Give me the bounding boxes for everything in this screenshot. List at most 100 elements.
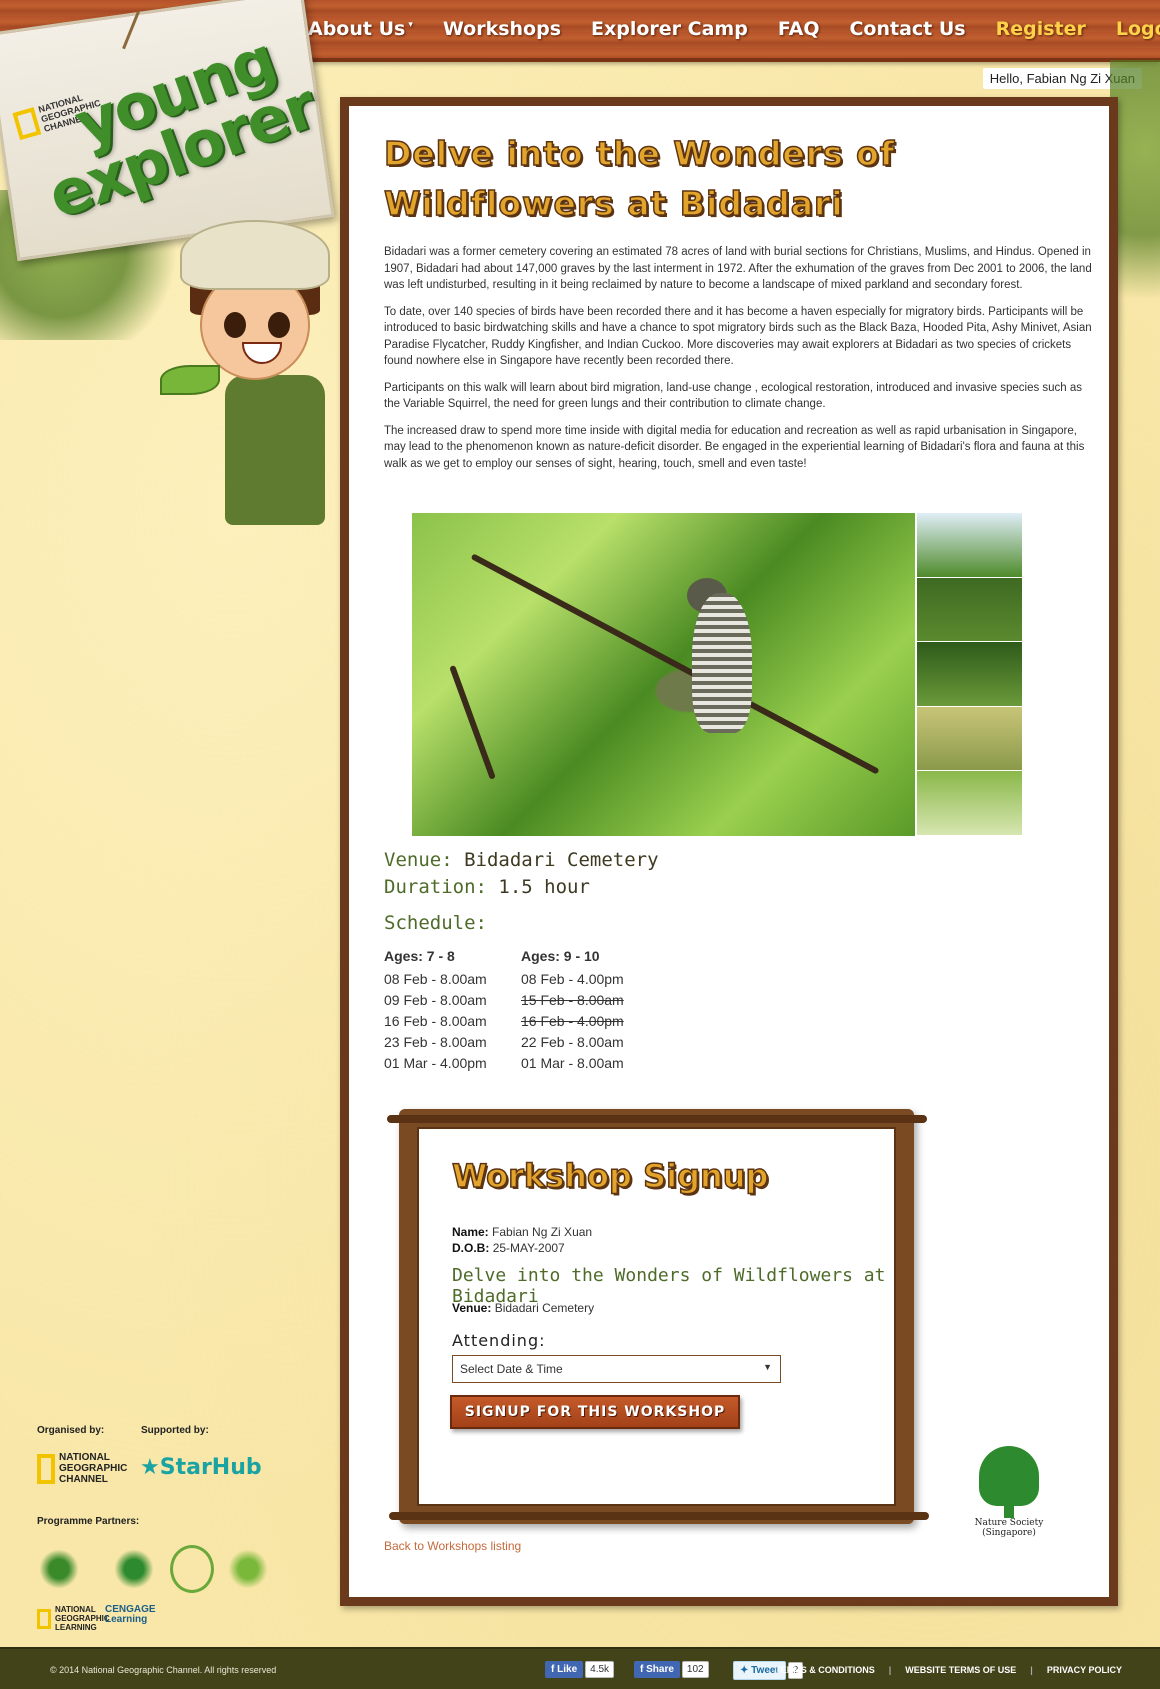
ngc-sponsor-logo[interactable]: NATIONAL GEOGRAPHIC CHANNEL (37, 1452, 127, 1485)
schedule-slot: 01 Mar - 8.00am (521, 1055, 624, 1071)
organised-by-label: Organised by: (37, 1425, 105, 1436)
nav-register[interactable]: Register (996, 18, 1086, 40)
schedule-slot: 09 Feb - 8.00am (384, 992, 487, 1008)
ngc-yellow-box-icon (37, 1453, 55, 1484)
website-terms-link[interactable]: WEBSITE TERMS OF USE (905, 1665, 1016, 1675)
description-paragraph: Participants on this walk will learn abo… (384, 381, 1083, 411)
logo-wordmark: young explorer (22, 22, 325, 233)
share-label: Share (646, 1664, 674, 1675)
share-count: 102 (681, 1661, 709, 1678)
facebook-like-button[interactable]: f Like (545, 1661, 584, 1678)
schedule-slot: 01 Mar - 4.00pm (384, 1055, 487, 1071)
page-title-line: Delve into the Wonders of (383, 133, 896, 174)
programme-partners-label: Programme Partners: (37, 1516, 140, 1527)
nav-faq[interactable]: FAQ (778, 18, 820, 40)
separator: | (888, 1665, 892, 1675)
description-paragraph: To date, over 140 species of birds have … (384, 305, 1092, 368)
signup-venue-field: Venue: Bidadari Cemetery (452, 1301, 594, 1315)
cengage-logo[interactable]: CENGAGE Learning (105, 1605, 165, 1625)
signup-name-field: Name: Fabian Ng Zi Xuan (452, 1225, 592, 1239)
schedule-slot: 08 Feb - 8.00am (384, 971, 487, 987)
ground-up-logo[interactable] (226, 1545, 270, 1593)
explorer-girl-mascot (160, 200, 330, 530)
footer-bar: © 2014 National Geographic Channel. All … (0, 1647, 1160, 1689)
thumbnail-park (917, 513, 1022, 578)
schedule-slot: 23 Feb - 8.00am (384, 1034, 487, 1050)
signup-button[interactable]: SIGNUP FOR THIS WORKSHOP (450, 1395, 740, 1429)
nature-society-logo: Nature Society (Singapore) (969, 1446, 1049, 1541)
supported-by-label: Supported by: (141, 1425, 209, 1436)
starhub-logo[interactable]: ★StarHub (140, 1455, 262, 1480)
workshop-panel: Delve into the Wonders of Wildflowers at… (340, 97, 1118, 1606)
schedule-slot-cancelled: 16 Feb - 4.00pm (521, 1013, 624, 1029)
page-title: Delve into the Wonders of Wildflowers at… (383, 129, 1024, 229)
schedule-column: Ages: 7 - 8 08 Feb - 8.00am 09 Feb - 8.0… (384, 946, 487, 1074)
schedule-age-heading: Ages: 7 - 8 (384, 948, 455, 964)
ecotrees-logo[interactable] (170, 1545, 214, 1593)
nav-explorer-camp[interactable]: Explorer Camp (591, 18, 748, 40)
facebook-share[interactable]: f Share 102 (634, 1661, 709, 1678)
duration-label: Duration: (384, 876, 487, 898)
attending-label: Attending: (452, 1331, 546, 1350)
nav-logout[interactable]: Logout▾ (1116, 18, 1160, 40)
thumbnail-foliage (917, 771, 1022, 836)
thumbnail-branch (917, 706, 1022, 772)
signup-dob-label: D.O.B: (452, 1241, 490, 1255)
mascot-mouth (242, 342, 282, 364)
like-label: Like (557, 1664, 578, 1675)
branch-shape (470, 553, 880, 775)
signup-name-value: Fabian Ng Zi Xuan (492, 1225, 593, 1239)
workshop-description: Bidadari was a former cemetery covering … (384, 244, 1094, 482)
signup-form-frame: Workshop Signup Name: Fabian Ng Zi Xuan … (387, 1109, 929, 1524)
select-value: Select Date & Time (460, 1362, 563, 1376)
schedule-slot-cancelled: 15 Feb - 8.00am (521, 992, 624, 1008)
venue-value: Bidadari Cemetery (464, 849, 659, 871)
signup-venue-label: Venue: (452, 1301, 492, 1315)
cuckoo-bird-shape (692, 593, 752, 733)
nav-contact-us[interactable]: Contact Us (849, 18, 965, 40)
photo-thumbnails (917, 513, 1022, 836)
leaf-ladybug-icon (160, 365, 220, 395)
schedule-heading: Schedule: (384, 912, 487, 934)
separator: | (1030, 1665, 1033, 1675)
twitter-bird-icon: ✦ (740, 1665, 749, 1676)
duration-line: Duration: 1.5 hour (384, 876, 590, 898)
rope-decoration (122, 11, 140, 50)
schedule-slot: 22 Feb - 8.00am (521, 1034, 624, 1050)
description-paragraph: The increased draw to spend more time in… (384, 424, 1085, 470)
branch-shape (449, 664, 496, 780)
chevron-down-icon: ▾ (408, 20, 413, 30)
signup-venue-value: Bidadari Cemetery (494, 1301, 595, 1315)
workshop-panel-content: Delve into the Wonders of Wildflowers at… (349, 106, 1109, 1597)
description-paragraph: Bidadari was a former cemetery covering … (384, 246, 1092, 291)
chevron-down-icon: ▼ (763, 1362, 772, 1372)
ngc-yellow-box-icon (37, 1608, 51, 1629)
footer-links: TERMS & CONDITIONS | WEBSITE TERMS OF US… (775, 1665, 1122, 1675)
tree-trunk-shape (1004, 1496, 1014, 1518)
nature-society-small-logo[interactable] (112, 1545, 156, 1593)
starhub-text: StarHub (159, 1455, 262, 1480)
ng-learning-logo[interactable]: NATIONAL GEOGRAPHIC LEARNING (37, 1605, 113, 1632)
privacy-policy-link[interactable]: PRIVACY POLICY (1047, 1665, 1122, 1675)
nav-workshops[interactable]: Workshops (443, 18, 561, 40)
venue-label: Venue: (384, 849, 453, 871)
signup-name-label: Name: (452, 1225, 489, 1239)
star-icon: ★ (140, 1455, 160, 1480)
back-to-workshops-link[interactable]: Back to Workshops listing (384, 1539, 521, 1553)
signup-dob-field: D.O.B: 25-MAY-2007 (452, 1241, 565, 1255)
mascot-hat (180, 220, 330, 290)
facebook-share-button[interactable]: f Share (634, 1661, 680, 1678)
schedule-column: Ages: 9 - 10 08 Feb - 4.00pm 15 Feb - 8.… (521, 946, 624, 1074)
mascot-body (225, 375, 325, 525)
signup-title: Workshop Signup (451, 1156, 769, 1196)
national-parks-logo[interactable] (37, 1545, 81, 1593)
facebook-icon: f (551, 1664, 555, 1675)
nav-about-us[interactable]: About Us ▾ (308, 18, 413, 40)
main-nav: About Us ▾ Workshops Explorer Camp FAQ Co… (308, 18, 1160, 40)
page-title-line: Wildflowers at Bidadari (383, 183, 844, 224)
facebook-like[interactable]: f Like 4.5k (545, 1661, 615, 1678)
terms-conditions-link[interactable]: TERMS & CONDITIONS (775, 1665, 875, 1675)
like-count: 4.5k (585, 1661, 615, 1678)
date-time-select[interactable]: Select Date & Time ▼ (452, 1355, 781, 1383)
schedule-slot: 16 Feb - 8.00am (384, 1013, 487, 1029)
